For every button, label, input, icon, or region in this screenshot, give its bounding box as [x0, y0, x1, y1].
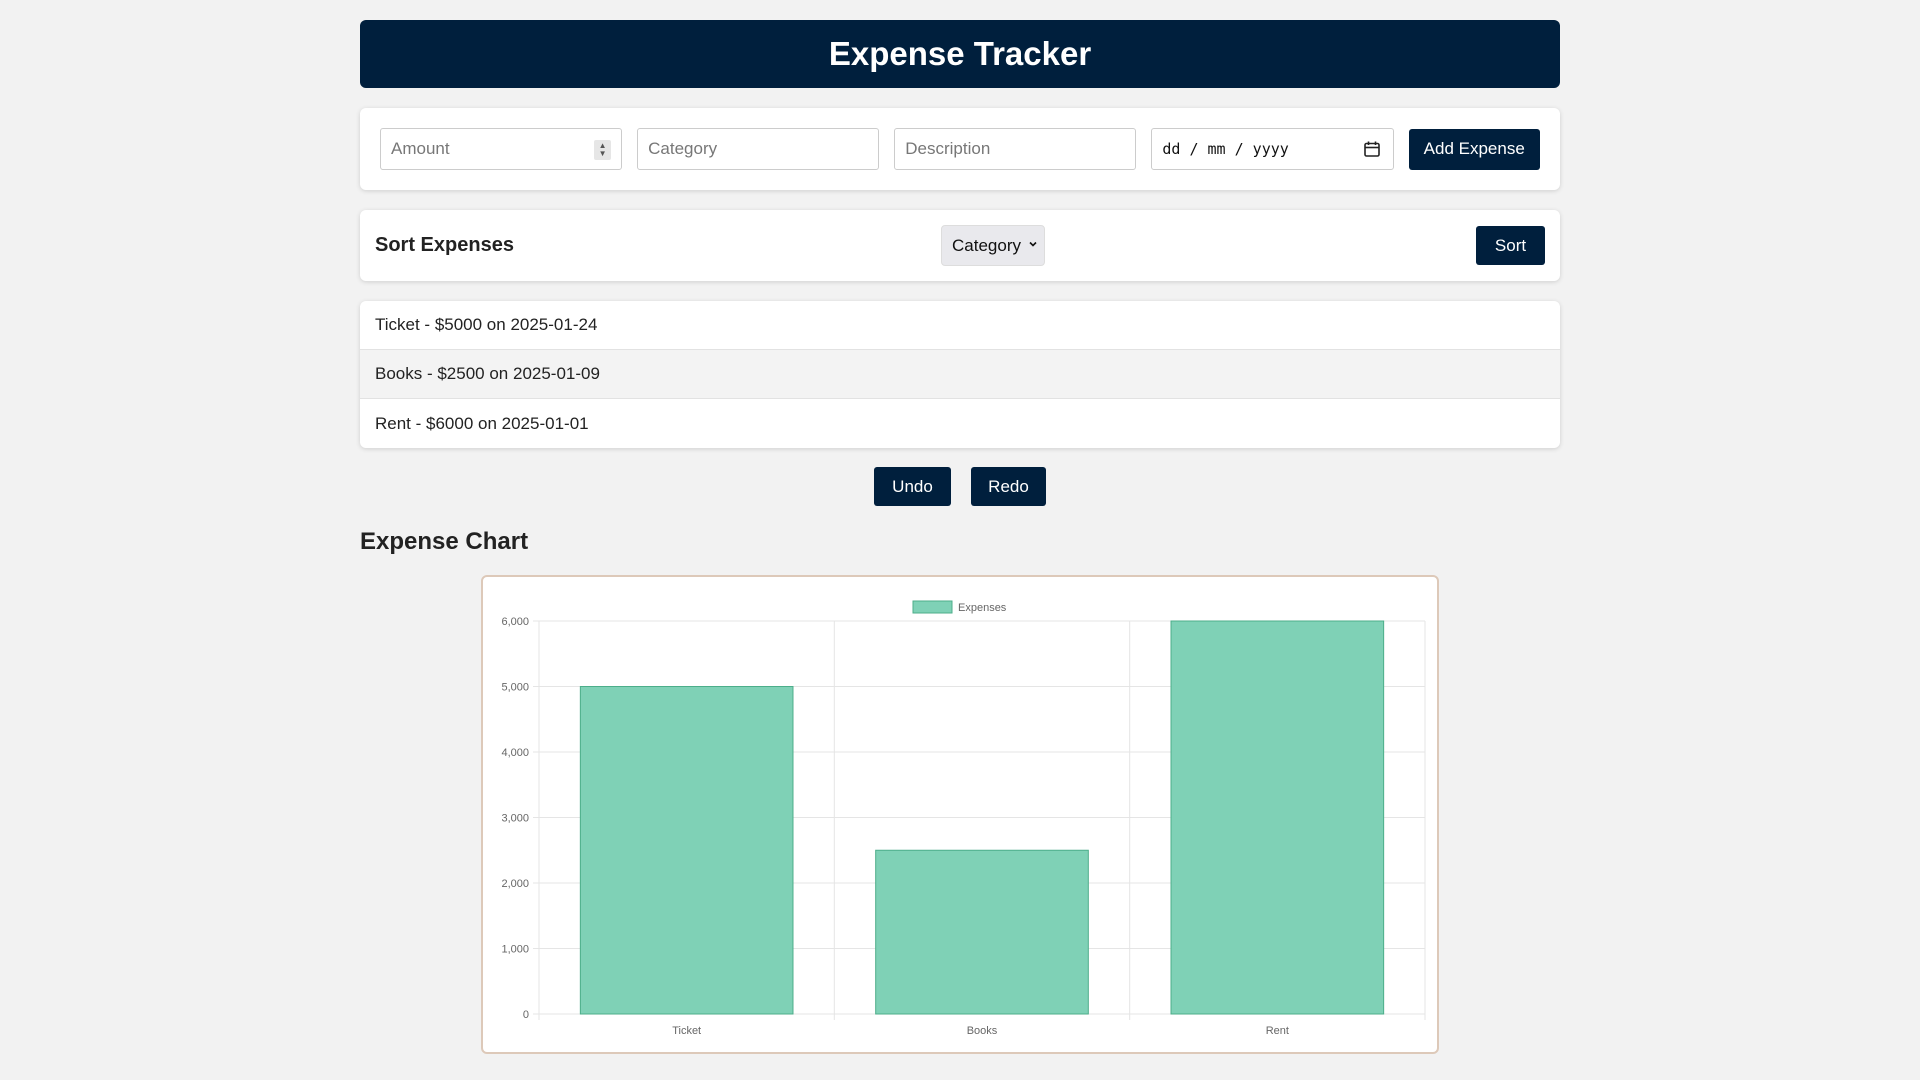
app-header: Expense Tracker: [360, 20, 1560, 88]
y-tick-label: 5,000: [501, 682, 529, 694]
expense-form: ▲ ▼ dd / mm / yyyy Add Expense: [360, 108, 1560, 190]
sort-title: Sort Expenses: [375, 234, 514, 256]
x-tick-label: Ticket: [672, 1025, 701, 1037]
x-tick-label: Rent: [1266, 1025, 1289, 1037]
bar-rent: [1170, 620, 1385, 1015]
y-tick-label: 3,000: [501, 813, 529, 825]
description-field-wrapper: [894, 128, 1137, 170]
amount-field-wrapper: ▲ ▼: [380, 128, 623, 170]
history-controls: Undo Redo: [360, 467, 1560, 506]
sort-button[interactable]: Sort: [1476, 226, 1545, 265]
expense-list: Ticket - $5000 on 2025-01-24 Books - $25…: [360, 301, 1560, 448]
date-placeholder: dd / mm / yyyy: [1162, 140, 1289, 158]
calendar-icon[interactable]: [1363, 140, 1381, 158]
add-expense-button[interactable]: Add Expense: [1408, 128, 1540, 170]
page-title: Expense Tracker: [828, 35, 1092, 72]
app-container: Expense Tracker ▲ ▼ dd / mm / yyyy Add E…: [360, 20, 1560, 1054]
chart-canvas: 0 1,000 2,000 3,000 4,000 5,000 6,000 Ticket Boo…: [501, 600, 1426, 1037]
y-tick-label: 6,000: [501, 616, 529, 628]
bar-ticket: [579, 686, 794, 1015]
chevron-down-icon: [1029, 241, 1037, 247]
chart-heading: Expense Chart: [360, 528, 529, 555]
sort-select-value: Category: [952, 235, 1021, 255]
description-input[interactable]: [905, 129, 1126, 169]
legend-swatch: [912, 600, 953, 614]
expense-chart: 0 1,000 2,000 3,000 4,000 5,000 6,000 Ticket Boo…: [481, 575, 1439, 1054]
list-item: Ticket - $5000 on 2025-01-24: [360, 301, 1560, 350]
legend-label: Expenses: [958, 602, 1007, 614]
list-item: Rent - $6000 on 2025-01-01: [375, 413, 589, 433]
list-item: Books - $2500 on 2025-01-09: [360, 350, 1560, 399]
y-tick-label: 0: [523, 1009, 529, 1021]
y-tick-label: 1,000: [501, 944, 529, 956]
category-input[interactable]: [648, 129, 869, 169]
category-field-wrapper: [637, 128, 880, 170]
sort-panel: Sort Expenses Category Sort: [360, 210, 1560, 281]
undo-button[interactable]: Undo: [874, 467, 951, 506]
chevron-down-icon[interactable]: ▼: [599, 150, 607, 158]
date-field[interactable]: dd / mm / yyyy: [1151, 128, 1394, 170]
sort-select[interactable]: Category: [941, 225, 1045, 266]
y-tick-label: 4,000: [501, 747, 529, 759]
amount-spinner[interactable]: ▲ ▼: [594, 140, 612, 160]
redo-button[interactable]: Redo: [971, 467, 1046, 506]
bar-books: [875, 849, 1089, 1015]
x-tick-label: Books: [967, 1025, 998, 1037]
amount-input[interactable]: [391, 129, 612, 169]
y-tick-label: 2,000: [501, 878, 529, 890]
